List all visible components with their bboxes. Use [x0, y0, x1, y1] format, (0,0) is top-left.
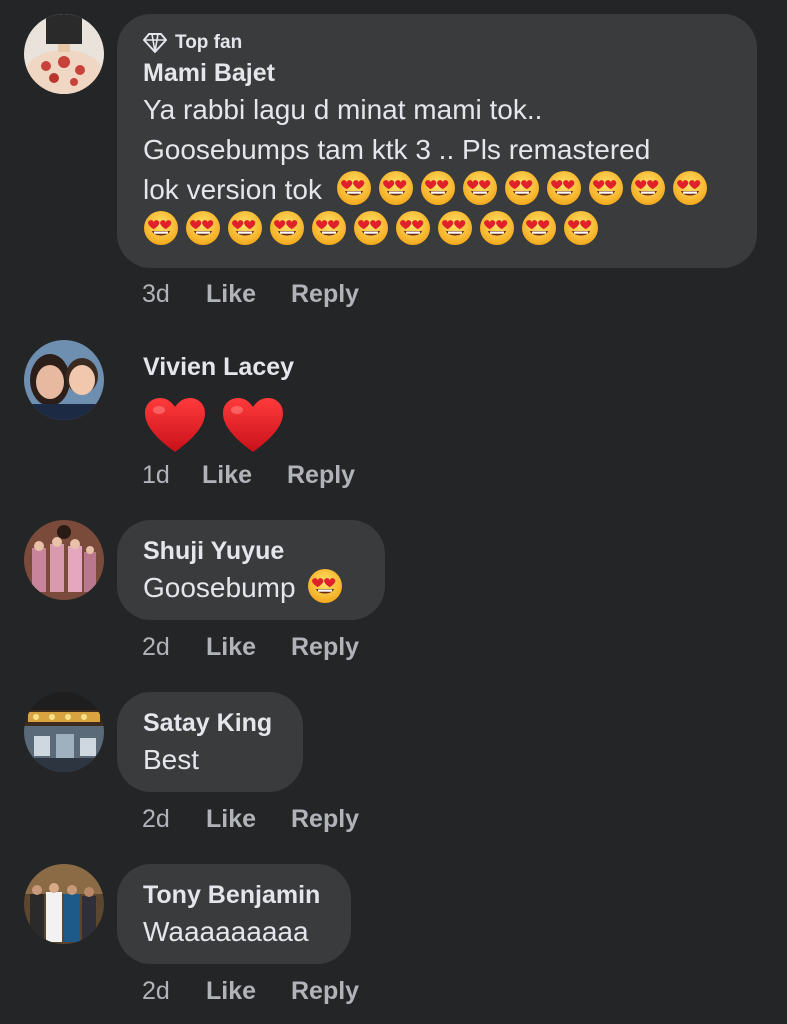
reply-button[interactable]: Reply [291, 977, 359, 1006]
avatar[interactable] [24, 520, 104, 600]
comment-text-value: Goosebump [143, 572, 296, 603]
heart-eyes-emoji [563, 210, 599, 246]
heart-eyes-emoji [437, 210, 473, 246]
heart-eyes-emoji [479, 210, 515, 246]
heart-eyes-emoji [269, 210, 305, 246]
comment-bubble[interactable]: Satay King Best [117, 692, 303, 792]
top-fan-badge: Top fan [143, 30, 731, 56]
heart-eyes-emoji [378, 170, 414, 206]
heart-eyes-emoji [672, 170, 708, 206]
heart-eyes-emoji [521, 210, 557, 246]
heart-eyes-emoji [504, 170, 540, 206]
like-button[interactable]: Like [206, 633, 291, 662]
like-button[interactable]: Like [206, 805, 291, 834]
comment-timestamp[interactable]: 3d [142, 280, 206, 309]
comment-timestamp[interactable]: 2d [142, 977, 206, 1006]
comment-timestamp[interactable]: 1d [142, 461, 202, 490]
author-name[interactable]: Tony Benjamin [143, 878, 325, 912]
heart-eyes-emoji [143, 210, 179, 246]
avatar[interactable] [24, 692, 104, 772]
heart-eyes-emoji [462, 170, 498, 206]
avatar[interactable] [24, 340, 104, 420]
comment-text-line: lok version tok [143, 174, 322, 205]
heart-eyes-emoji [307, 568, 343, 604]
badge-label: Top fan [175, 32, 243, 53]
heart-eyes-emoji [185, 210, 221, 246]
author-name[interactable]: Mami Bajet [143, 56, 731, 90]
heart-eyes-emoji [588, 170, 624, 206]
comment-text-line: Goosebumps tam ktk 3 .. Pls remastered [143, 134, 651, 165]
comment-bubble[interactable]: Shuji Yuyue Goosebump [117, 520, 385, 620]
like-button[interactable]: Like [206, 977, 291, 1006]
comment-actions: 2d Like Reply [142, 805, 359, 834]
comment-actions: 1d Like Reply [142, 461, 355, 490]
comment-text: Ya rabbi lagu d minat mami tok.. Goosebu… [143, 90, 731, 250]
heart-eyes-emoji [630, 170, 666, 206]
heart-eyes-emoji [336, 170, 372, 206]
hearts-reaction [143, 396, 331, 454]
avatar[interactable] [24, 14, 104, 94]
comment-text: Goosebump [143, 568, 359, 608]
like-button[interactable]: Like [202, 461, 287, 490]
red-heart-emoji [221, 396, 285, 454]
comment-bubble[interactable]: Tony Benjamin Waaaaaaaaa [117, 864, 351, 964]
avatar[interactable] [24, 864, 104, 944]
reply-button[interactable]: Reply [291, 805, 359, 834]
comment-timestamp[interactable]: 2d [142, 805, 206, 834]
heart-eyes-emoji [311, 210, 347, 246]
heart-eyes-emoji [227, 210, 263, 246]
comment-text: Waaaaaaaaa [143, 916, 309, 947]
comment-timestamp[interactable]: 2d [142, 633, 206, 662]
emoji-line [143, 210, 731, 250]
comment-actions: 3d Like Reply [142, 280, 359, 309]
heart-eyes-emoji [546, 170, 582, 206]
heart-eyes-emoji [420, 170, 456, 206]
red-heart-emoji [143, 396, 207, 454]
heart-eyes-emoji [353, 210, 389, 246]
like-button[interactable]: Like [206, 280, 291, 309]
reply-button[interactable]: Reply [291, 633, 359, 662]
author-name[interactable]: Shuji Yuyue [143, 534, 359, 568]
comment-actions: 2d Like Reply [142, 633, 359, 662]
comment-bubble[interactable]: Vivien Lacey [117, 336, 357, 456]
diamond-icon [143, 33, 167, 53]
comment-text: Best [143, 744, 200, 775]
reply-button[interactable]: Reply [291, 280, 359, 309]
reply-button[interactable]: Reply [287, 461, 355, 490]
author-name[interactable]: Vivien Lacey [143, 350, 331, 384]
comment-bubble[interactable]: Top fan Mami Bajet Ya rabbi lagu d minat… [117, 14, 757, 268]
comment-actions: 2d Like Reply [142, 977, 359, 1006]
author-name[interactable]: Satay King [143, 706, 277, 740]
heart-eyes-emoji [395, 210, 431, 246]
comment-text-line-with-emoji: lok version tok [143, 170, 731, 210]
comment-text-line: Ya rabbi lagu d minat mami tok.. [143, 94, 543, 125]
